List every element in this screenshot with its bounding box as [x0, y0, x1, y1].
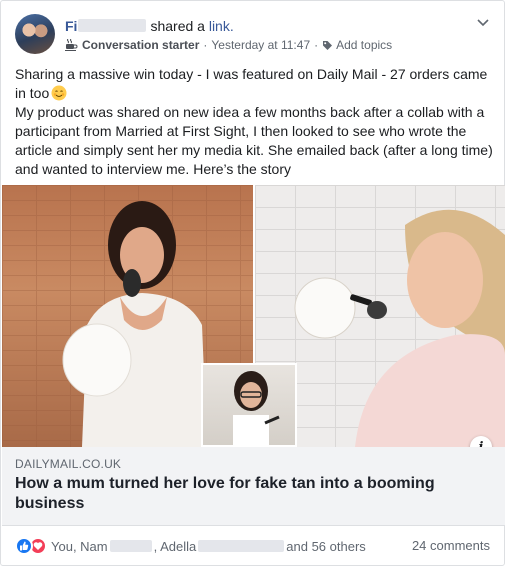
group-badge[interactable]: Conversation starter [82, 37, 199, 53]
reaction-name-2: , Adella [153, 538, 197, 554]
link-domain: DAILYMAIL.CO.UK [15, 457, 122, 471]
post-timestamp[interactable]: Yesterday at 11:47 [211, 37, 310, 53]
like-reaction-icon [15, 537, 33, 555]
preview-image-inset[interactable] [201, 363, 297, 447]
author-name[interactable]: Fi [65, 18, 77, 34]
reactions-summary[interactable]: You, Nam , Adella and 56 others [15, 537, 366, 555]
link-preview[interactable]: DAILYMAIL.CO.UK How a mum turned her lov… [2, 447, 505, 526]
add-topics-link[interactable]: Add topics [336, 37, 392, 53]
smiling-face-emoji-icon [51, 85, 67, 101]
redacted-name [78, 19, 147, 32]
shared-text: shared a [150, 18, 205, 34]
author-avatar[interactable] [15, 14, 55, 54]
comments-count[interactable]: 24 comments [412, 537, 490, 555]
link-headline[interactable]: How a mum turned her love for fake tan i… [15, 474, 485, 514]
separator-dot: · [203, 38, 208, 52]
tag-icon [323, 40, 333, 50]
chevron-down-icon[interactable] [476, 15, 490, 29]
coffee-cup-icon [65, 39, 78, 51]
reaction-names: You, Nam [51, 538, 108, 554]
post-header-line: Fi shared a link. [65, 17, 234, 35]
reaction-others: and 56 others [286, 538, 366, 554]
redacted-name [109, 540, 152, 552]
post-meta: Conversation starter · Yesterday at 11:4… [65, 37, 392, 53]
feed-post: Fi shared a link. Conversation starter · … [0, 0, 505, 566]
post-body: Sharing a massive win today - I was feat… [15, 65, 493, 179]
redacted-name [198, 540, 285, 552]
post-paragraph: My product was shared on new idea a few … [15, 104, 493, 177]
shared-link[interactable]: link. [209, 18, 234, 34]
separator-dot: · [314, 38, 319, 52]
post-paragraph: Sharing a massive win today - I was feat… [15, 66, 488, 101]
